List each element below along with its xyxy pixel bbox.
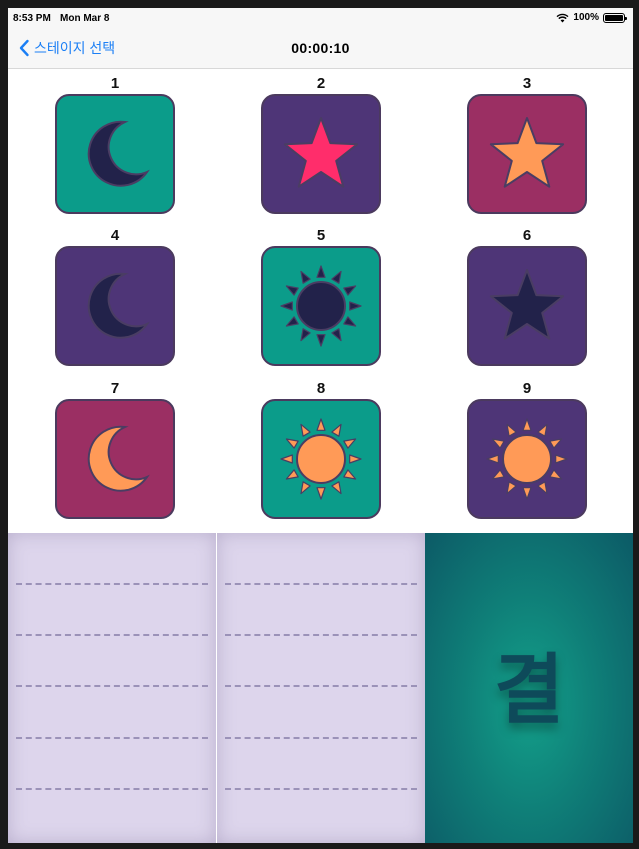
empty-card-slot[interactable] (8, 533, 216, 843)
tile-button-1[interactable] (55, 94, 175, 214)
tile-number: 6 (522, 227, 532, 244)
tile-button-7[interactable] (55, 399, 175, 519)
battery-percent: 100% (573, 12, 599, 23)
tile-button-4[interactable] (55, 246, 175, 366)
tile-cell-2: 2 (259, 74, 383, 214)
dashed-line (16, 737, 208, 739)
tile-cell-5: 5 (259, 226, 383, 366)
tile-number: 3 (522, 75, 532, 92)
star-icon (489, 117, 565, 188)
moon-icon (87, 272, 150, 339)
dashed-line (225, 737, 417, 739)
tile-cell-9: 9 (465, 379, 589, 519)
sun-icon (280, 265, 362, 347)
dashed-line (16, 583, 208, 585)
tile-number: 8 (316, 380, 326, 397)
tile-grid: 1 2 3 4 5 6 7 8 9 (8, 74, 633, 532)
dashed-line (225, 634, 417, 636)
status-date: Mon Mar 8 (60, 13, 110, 24)
battery-icon (603, 12, 627, 23)
status-right: 100% (556, 12, 627, 23)
star-icon (489, 269, 565, 340)
timer-title: 00:00:10 (291, 40, 350, 56)
wifi-icon (556, 13, 569, 22)
tile-cell-7: 7 (53, 379, 177, 519)
tile-number: 1 (110, 75, 120, 92)
tile-cell-6: 6 (465, 226, 589, 366)
result-card-text: 결 (494, 645, 564, 734)
tile-cell-1: 1 (53, 74, 177, 214)
sun-icon (486, 418, 568, 500)
app-screen: 8:53 PM Mon Mar 8 100% 스테이지 선택 00:00:10 … (8, 8, 633, 843)
card-row: 결 (8, 533, 633, 843)
tile-number: 9 (522, 380, 532, 397)
dashed-line (225, 583, 417, 585)
sun-icon (280, 418, 362, 500)
tile-button-3[interactable] (467, 94, 587, 214)
navigation-bar: 스테이지 선택 00:00:10 (8, 30, 633, 69)
tile-number: 4 (110, 227, 120, 244)
status-time: 8:53 PM (13, 13, 51, 24)
tile-button-2[interactable] (261, 94, 381, 214)
tile-button-8[interactable] (261, 399, 381, 519)
dashed-line (225, 788, 417, 790)
dashed-line (16, 634, 208, 636)
tile-cell-3: 3 (465, 74, 589, 214)
tile-button-6[interactable] (467, 246, 587, 366)
tile-button-9[interactable] (467, 399, 587, 519)
dashed-line (16, 685, 208, 687)
tile-number: 5 (316, 227, 326, 244)
dashed-line (16, 788, 208, 790)
moon-icon (87, 425, 150, 492)
tile-cell-8: 8 (259, 379, 383, 519)
dashed-line (225, 685, 417, 687)
star-icon (283, 117, 359, 188)
empty-card-slot[interactable] (217, 533, 425, 843)
tile-cell-4: 4 (53, 226, 177, 366)
result-card[interactable]: 결 (425, 533, 633, 843)
tile-number: 2 (316, 75, 326, 92)
moon-icon (87, 120, 150, 187)
tile-number: 7 (110, 380, 120, 397)
status-bar: 8:53 PM Mon Mar 8 100% (8, 8, 633, 30)
tile-button-5[interactable] (261, 246, 381, 366)
